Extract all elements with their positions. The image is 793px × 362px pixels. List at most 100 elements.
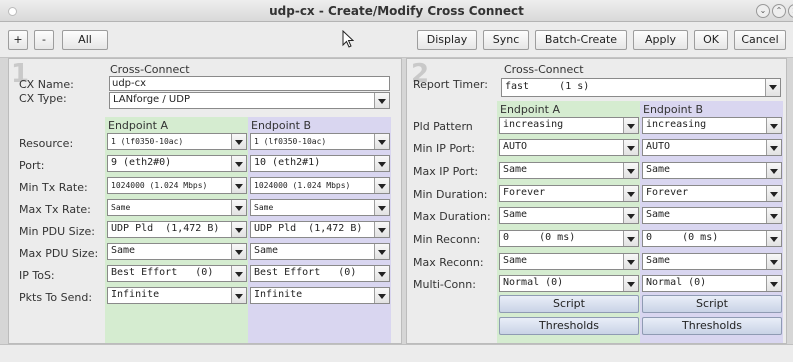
chevron-down-icon[interactable]: [374, 288, 389, 303]
cx-name-label: CX Name:: [19, 78, 74, 91]
max-duration-a-select[interactable]: Same: [499, 207, 639, 224]
chevron-down-icon[interactable]: [766, 186, 781, 201]
chevron-down-icon[interactable]: [766, 208, 781, 223]
report-timer-select[interactable]: fast (1 s): [501, 78, 781, 97]
chevron-down-icon[interactable]: [623, 140, 638, 155]
max-tx-rate-b-select[interactable]: Same: [250, 199, 390, 216]
multi-conn-a-select[interactable]: Normal (0): [499, 275, 639, 292]
chevron-down-icon[interactable]: [623, 231, 638, 246]
ok-button[interactable]: OK: [694, 30, 728, 50]
min-ip-port-a-select[interactable]: AUTO: [499, 139, 639, 156]
ip-tos-b-select[interactable]: Best Effort (0): [250, 265, 390, 282]
chevron-down-icon[interactable]: [623, 276, 638, 291]
chevron-down-icon[interactable]: [766, 254, 781, 269]
chevron-down-icon[interactable]: [623, 208, 638, 223]
resource-b-select[interactable]: 1 (lf0350-10ac): [250, 133, 390, 150]
pld-pattern-a-value: increasing: [503, 119, 564, 130]
max-duration-b-select[interactable]: Same: [642, 207, 782, 224]
chevron-down-icon[interactable]: [231, 156, 246, 171]
chevron-down-icon[interactable]: [231, 200, 246, 215]
chevron-down-icon[interactable]: [623, 186, 638, 201]
min-tx-rate-b-select[interactable]: 1024000 (1.024 Mbps): [250, 177, 390, 194]
script-a-button[interactable]: Script: [499, 295, 639, 313]
toolbar: + - All Display Sync Batch-Create Apply …: [0, 22, 793, 58]
chevron-down-icon[interactable]: [231, 288, 246, 303]
pld-pattern-b-select[interactable]: increasing: [642, 117, 782, 134]
ip-tos-a-select[interactable]: Best Effort (0): [107, 265, 247, 282]
ip-tos-a-value: Best Effort (0): [111, 267, 214, 278]
chevron-down-icon[interactable]: [765, 79, 780, 96]
pkts-to-send-a-select[interactable]: Infinite: [107, 287, 247, 304]
chevron-down-icon[interactable]: [231, 244, 246, 259]
min-reconn-label: Min Reconn:: [413, 233, 481, 246]
chevron-down-icon[interactable]: [374, 244, 389, 259]
multi-conn-b-select[interactable]: Normal (0): [642, 275, 782, 292]
minimize-icon[interactable]: ⌄: [756, 4, 770, 18]
script-b-button[interactable]: Script: [642, 295, 782, 313]
chevron-down-icon[interactable]: [374, 200, 389, 215]
remove-button[interactable]: -: [34, 30, 54, 50]
chevron-down-icon[interactable]: [374, 178, 389, 193]
thresholds-b-button[interactable]: Thresholds: [642, 317, 782, 335]
max-tx-rate-label: Max Tx Rate:: [19, 203, 91, 216]
max-pdu-size-b-select[interactable]: Same: [250, 243, 390, 260]
chevron-down-icon[interactable]: [766, 140, 781, 155]
add-button[interactable]: +: [8, 30, 28, 50]
mouse-cursor-icon: [342, 30, 354, 48]
max-reconn-label: Max Reconn:: [413, 256, 484, 269]
maximize-icon[interactable]: ⌃: [772, 4, 786, 18]
min-duration-a-select[interactable]: Forever: [499, 185, 639, 202]
chevron-down-icon[interactable]: [766, 163, 781, 178]
endpoint-a-header: Endpoint A: [108, 119, 168, 132]
chevron-down-icon[interactable]: [231, 178, 246, 193]
max-ip-port-a-select[interactable]: Same: [499, 162, 639, 179]
pld-pattern-a-select[interactable]: increasing: [499, 117, 639, 134]
min-duration-b-select[interactable]: Forever: [642, 185, 782, 202]
resource-label: Resource:: [19, 137, 74, 150]
max-reconn-b-select[interactable]: Same: [642, 253, 782, 270]
resource-a-select[interactable]: 1 (lf0350-10ac): [107, 133, 247, 150]
display-button[interactable]: Display: [417, 30, 477, 50]
chevron-down-icon[interactable]: [231, 222, 246, 237]
endpoint-a-header: Endpoint A: [500, 103, 560, 116]
chevron-down-icon[interactable]: [374, 222, 389, 237]
max-tx-rate-a-select[interactable]: Same: [107, 199, 247, 216]
chevron-down-icon[interactable]: [623, 254, 638, 269]
chevron-down-icon[interactable]: [374, 156, 389, 171]
apply-button[interactable]: Apply: [633, 30, 688, 50]
min-tx-rate-a-select[interactable]: 1024000 (1.024 Mbps): [107, 177, 247, 194]
cross-connect-pane: 1 Cross-Connect CX Name: udp-cx CX Type:…: [8, 58, 402, 344]
thresholds-a-button[interactable]: Thresholds: [499, 317, 639, 335]
port-a-select[interactable]: 9 (eth2#0): [107, 155, 247, 172]
min-reconn-b-select[interactable]: 0 (0 ms): [642, 230, 782, 247]
min-pdu-size-a-select[interactable]: UDP Pld (1,472 B): [107, 221, 247, 238]
pkts-to-send-b-select[interactable]: Infinite: [250, 287, 390, 304]
chevron-down-icon[interactable]: [766, 231, 781, 246]
cx-name-input[interactable]: udp-cx: [109, 76, 390, 91]
cx-type-select[interactable]: LANforge / UDP: [109, 92, 390, 109]
chevron-down-icon[interactable]: [374, 134, 389, 149]
chevron-down-icon[interactable]: [623, 163, 638, 178]
chevron-down-icon[interactable]: [374, 93, 389, 108]
status-area: [0, 344, 793, 362]
max-reconn-a-select[interactable]: Same: [499, 253, 639, 270]
chevron-down-icon[interactable]: [231, 266, 246, 281]
multi-conn-a-value: Normal (0): [503, 277, 564, 288]
pkts-to-send-label: Pkts To Send:: [19, 291, 93, 304]
min-pdu-size-b-value: UDP Pld (1,472 B): [254, 223, 363, 234]
min-ip-port-b-select[interactable]: AUTO: [642, 139, 782, 156]
chevron-down-icon[interactable]: [766, 118, 781, 133]
chevron-down-icon[interactable]: [623, 118, 638, 133]
chevron-down-icon[interactable]: [374, 266, 389, 281]
all-button[interactable]: All: [62, 30, 108, 50]
batch-create-button[interactable]: Batch-Create: [535, 30, 627, 50]
chevron-down-icon[interactable]: [231, 134, 246, 149]
chevron-down-icon[interactable]: [766, 276, 781, 291]
cancel-button[interactable]: Cancel: [734, 30, 786, 50]
max-pdu-size-a-select[interactable]: Same: [107, 243, 247, 260]
port-b-select[interactable]: 10 (eth2#1): [250, 155, 390, 172]
max-ip-port-b-select[interactable]: Same: [642, 162, 782, 179]
min-pdu-size-b-select[interactable]: UDP Pld (1,472 B): [250, 221, 390, 238]
sync-button[interactable]: Sync: [483, 30, 529, 50]
min-reconn-a-select[interactable]: 0 (0 ms): [499, 230, 639, 247]
